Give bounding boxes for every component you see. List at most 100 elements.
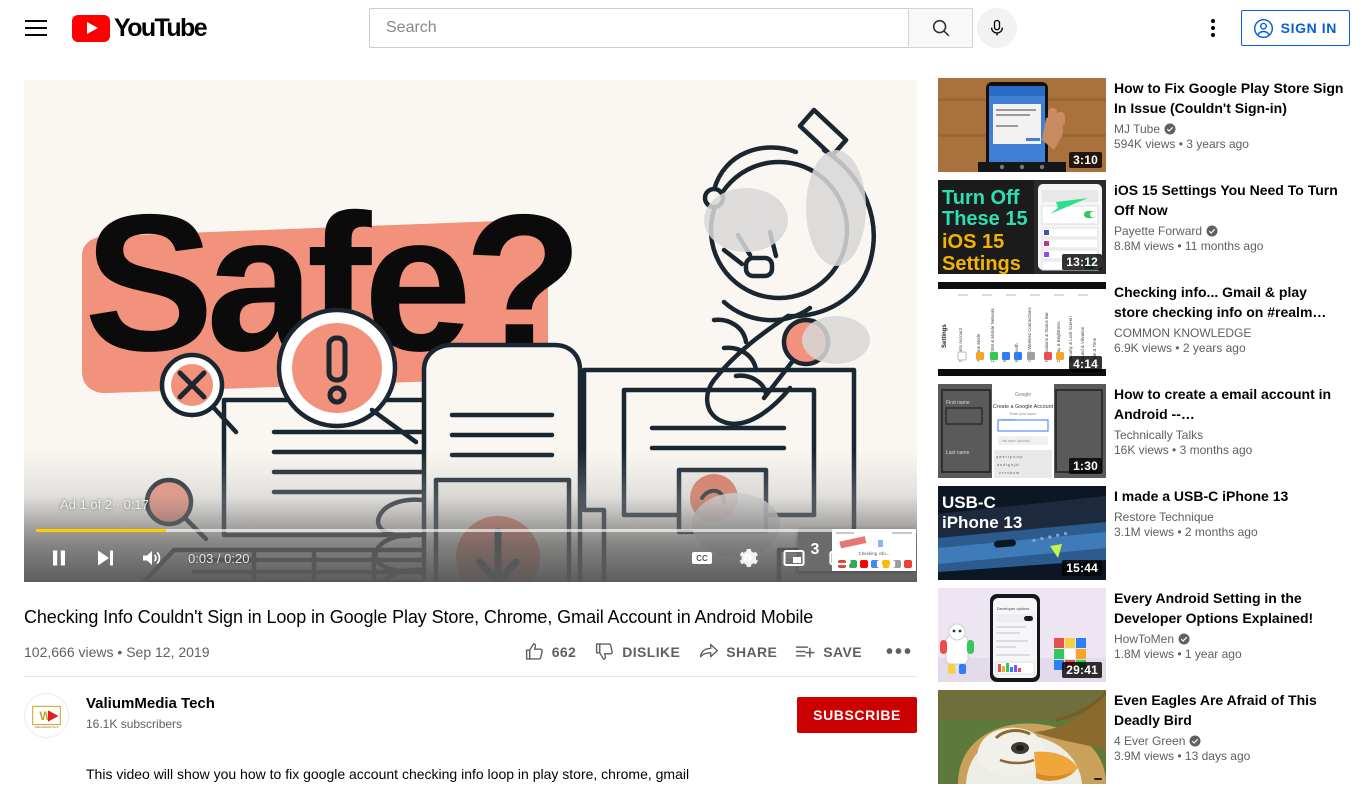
like-button[interactable]: 662	[524, 641, 577, 662]
list-item[interactable]: Turn Off These 15 iOS 15 Settings 13:12 …	[938, 180, 1348, 274]
subscribe-button[interactable]: SUBSCRIBE	[797, 697, 917, 733]
voice-search-button[interactable]	[977, 8, 1017, 48]
video-thumbnail[interactable]: 3:10	[938, 78, 1106, 172]
video-thumbnail[interactable]: Developer options 29:41	[938, 588, 1106, 682]
view-count: 3.1M views	[1114, 525, 1175, 539]
more-horizontal-icon: •••	[885, 640, 913, 663]
list-item[interactable]: 3:10 How to Fix Google Play Store Sign I…	[938, 78, 1348, 172]
video-duration: 4:14	[1069, 356, 1102, 372]
video-description: This video will show you how to fix goog…	[86, 766, 690, 782]
video-info: How to create a email account in Android…	[1114, 384, 1344, 478]
save-button[interactable]: SAVE	[795, 641, 862, 662]
view-count: 3.9M views	[1114, 749, 1175, 763]
dislike-button[interactable]: DISLIKE	[594, 641, 680, 662]
subtitles-button[interactable]: CC	[679, 538, 725, 578]
fullscreen-button[interactable]	[863, 538, 909, 578]
search-box[interactable]	[369, 8, 908, 48]
video-title[interactable]: Even Eagles Are Afraid of This Deadly Bi…	[1114, 690, 1344, 730]
channel-name[interactable]: HowToMen	[1114, 632, 1344, 646]
stats-separator: •	[1178, 137, 1183, 151]
video-thumbnail[interactable]: Turn Off These 15 iOS 15 Settings 13:12	[938, 180, 1106, 274]
svg-text:First name: First name	[946, 400, 970, 406]
verified-badge-icon	[1189, 735, 1201, 747]
related-videos-list: 3:10 How to Fix Google Play Store Sign I…	[938, 78, 1348, 792]
video-duration: 3:10	[1069, 152, 1102, 168]
hamburger-menu-icon[interactable]	[16, 8, 56, 48]
miniplayer-button[interactable]	[771, 538, 817, 578]
video-thumbnail[interactable]	[938, 690, 1106, 784]
video-title[interactable]: iOS 15 Settings You Need To Turn Off Now	[1114, 180, 1344, 220]
svg-text:CC: CC	[696, 554, 708, 563]
youtube-logo[interactable]: YouTube	[72, 14, 208, 43]
video-title[interactable]: Every Android Setting in the Developer O…	[1114, 588, 1344, 628]
stats-separator: •	[1177, 647, 1182, 661]
closed-captions-icon: CC	[692, 552, 712, 564]
channel-name[interactable]: Technically Talks	[1114, 428, 1344, 442]
video-player[interactable]: Safe? Ad 1 of 2 · 0:17 3 Checking info..…	[24, 80, 917, 582]
list-item[interactable]: First name Last name Google Create a Goo…	[938, 384, 1348, 478]
video-thumbnail[interactable]: Settings Sign into Account Airplane Mode…	[938, 282, 1106, 376]
svg-text:Turn Off: Turn Off	[942, 187, 1020, 209]
avatar[interactable]: W ValiumMedia Tech	[24, 693, 69, 738]
video-info: Every Android Setting in the Developer O…	[1114, 588, 1344, 682]
channel-name[interactable]: Payette Forward	[1114, 224, 1344, 238]
list-item[interactable]: Even Eagles Are Afraid of This Deadly Bi…	[938, 690, 1348, 784]
channel-name[interactable]: MJ Tube	[1114, 122, 1344, 136]
video-duration: 1:30	[1069, 458, 1102, 474]
video-thumbnail[interactable]: USB-C iPhone 13 15:44	[938, 486, 1106, 580]
view-count: 8.8M views	[1114, 239, 1175, 253]
ad-progress-bar[interactable]	[36, 529, 905, 532]
channel-name[interactable]: COMMON KNOWLEDGE	[1114, 326, 1344, 340]
video-thumbnail[interactable]: First name Last name Google Create a Goo…	[938, 384, 1106, 478]
search-input[interactable]	[386, 19, 908, 37]
upload-age: 3 years ago	[1186, 137, 1249, 151]
gear-icon	[739, 549, 758, 567]
upload-age: 13 days ago	[1184, 749, 1251, 763]
view-count: 594K views	[1114, 137, 1176, 151]
pause-icon	[53, 550, 65, 566]
settings-button[interactable]	[725, 538, 771, 578]
pause-button[interactable]	[36, 538, 82, 578]
list-item[interactable]: USB-C iPhone 13 15:44 I made a USB-C iPh…	[938, 486, 1348, 580]
video-stats: 1.8M views • 1 year ago	[1114, 647, 1344, 661]
channel-row: W ValiumMedia Tech ValiumMedia Tech 16.1…	[24, 693, 917, 738]
video-title[interactable]: Checking info... Gmail & play store chec…	[1114, 282, 1344, 322]
upload-age: 2 years ago	[1182, 341, 1246, 355]
search-button[interactable]	[908, 8, 973, 48]
sign-in-button[interactable]: SIGN IN	[1240, 10, 1350, 46]
like-count: 662	[551, 643, 577, 660]
video-meta-row: 102,666 views • Sep 12, 2019 662 DISLIKE…	[24, 641, 917, 677]
ad-badge: Ad 1 of 2 · 0:17	[60, 497, 149, 512]
stats-separator: •	[1177, 525, 1182, 539]
video-duration: 29:41	[1062, 662, 1102, 678]
svg-text:Developer options: Developer options	[997, 606, 1029, 611]
list-item[interactable]: Developer options 29:41 Every Android Se…	[938, 588, 1348, 682]
more-actions-button[interactable]: •••	[882, 640, 917, 663]
page-title: Checking Info Couldn't Sign in Loop in G…	[24, 607, 814, 627]
channel-name[interactable]: ValiumMedia Tech	[86, 694, 215, 714]
volume-up-icon	[143, 551, 161, 565]
video-title[interactable]: I made a USB-C iPhone 13	[1114, 486, 1344, 506]
theater-mode-icon	[829, 550, 851, 566]
svg-text:USB-C: USB-C	[942, 493, 996, 512]
video-stats: 3.9M views • 13 days ago	[1114, 749, 1344, 763]
channel-label: Payette Forward	[1114, 224, 1203, 238]
share-button[interactable]: SHARE	[698, 641, 777, 662]
dislike-label: DISLIKE	[622, 643, 681, 660]
channel-name[interactable]: 4 Ever Green	[1114, 734, 1344, 748]
list-item[interactable]: Settings Sign into Account Airplane Mode…	[938, 282, 1348, 376]
next-video-button[interactable]	[82, 538, 128, 578]
video-duration: 15:44	[1062, 560, 1102, 576]
masthead-left: YouTube	[0, 8, 208, 48]
theater-mode-button[interactable]	[817, 538, 863, 578]
video-title[interactable]: How to create a email account in Android…	[1114, 384, 1344, 424]
channel-name[interactable]: Restore Technique	[1114, 510, 1344, 524]
video-duration: 13:12	[1062, 254, 1102, 270]
upload-age: 2 months ago	[1184, 525, 1258, 539]
more-vertical-icon[interactable]	[1193, 8, 1233, 48]
volume-button[interactable]	[128, 538, 174, 578]
svg-text:ValiumMedia Tech: ValiumMedia Tech	[35, 725, 59, 729]
svg-text:Enter your name: Enter your name	[1010, 412, 1037, 416]
video-title[interactable]: How to Fix Google Play Store Sign In Iss…	[1114, 78, 1344, 118]
video-info: How to Fix Google Play Store Sign In Iss…	[1114, 78, 1344, 172]
